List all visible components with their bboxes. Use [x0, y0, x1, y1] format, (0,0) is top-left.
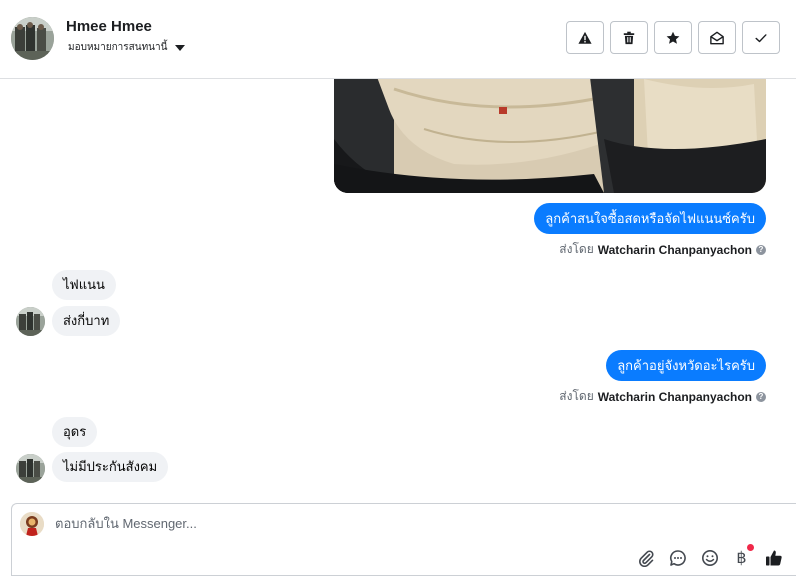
help-icon[interactable]: ? [756, 391, 766, 402]
contact-avatar [16, 454, 45, 483]
page-avatar [20, 512, 44, 536]
check-icon [755, 33, 767, 42]
like-button[interactable] [763, 547, 784, 568]
emoji-button[interactable] [699, 547, 720, 568]
sender-name: Watcharin Chanpanyachon [597, 389, 752, 404]
mark-unread-button[interactable] [698, 21, 736, 54]
conversation-header: Hmee Hmee มอบหมายการสนทนานี้ [0, 0, 796, 79]
outgoing-message[interactable]: ลูกค้าอยู่จังหวัดอะไรครับ [606, 350, 766, 381]
emoji-icon [701, 549, 718, 566]
mark-spam-button[interactable] [566, 21, 604, 54]
reply-input[interactable] [55, 516, 615, 531]
mail-open-icon [710, 31, 724, 44]
payment-button[interactable]: ฿ [731, 544, 754, 568]
contact-name: Hmee Hmee [66, 18, 152, 35]
caret-down-icon [175, 44, 186, 51]
sent-by-label: ส่งโดย Watcharin Chanpanyachon ? [559, 240, 766, 259]
mark-done-button[interactable] [742, 21, 780, 54]
sender-name: Watcharin Chanpanyachon [597, 242, 752, 257]
baht-icon: ฿ [736, 548, 747, 567]
assign-label: มอบหมายการสนทนานี้ [68, 42, 168, 53]
incoming-message[interactable]: ไม่มีประกันสังคม [52, 452, 169, 482]
sent-by-label: ส่งโดย Watcharin Chanpanyachon ? [559, 387, 766, 406]
warning-icon [578, 31, 592, 44]
attach-button[interactable] [635, 547, 656, 568]
reply-composer: ฿ [11, 503, 796, 576]
notification-dot [747, 544, 754, 551]
saved-replies-button[interactable] [667, 547, 688, 568]
help-icon[interactable]: ? [756, 244, 766, 255]
header-actions [566, 21, 780, 54]
delete-button[interactable] [610, 21, 648, 54]
thumbs-up-icon [765, 550, 782, 565]
outgoing-message[interactable]: ลูกค้าสนใจซื้อสดหรือจัดไฟแนนซ์ครับ [534, 203, 766, 234]
star-button[interactable] [654, 21, 692, 54]
incoming-message[interactable]: อุดร [52, 417, 98, 447]
car-interior-photo[interactable] [334, 79, 766, 193]
contact-avatar [16, 307, 45, 336]
sent-by-prefix: ส่งโดย [559, 389, 594, 403]
message-thread[interactable]: ลูกค้าสนใจซื้อสดหรือจัดไฟแนนซ์ครับ ส่งโด… [0, 79, 796, 503]
incoming-message[interactable]: ส่งกี่บาท [52, 306, 121, 336]
avatar[interactable] [11, 17, 54, 60]
chat-bubble-icon [669, 549, 686, 566]
incoming-message[interactable]: ไฟแนน [52, 270, 116, 300]
assign-conversation-dropdown[interactable]: มอบหมายการสนทนานี้ [68, 40, 186, 55]
trash-icon [623, 31, 635, 44]
paperclip-icon [638, 549, 654, 567]
star-icon [666, 31, 680, 44]
sent-by-prefix: ส่งโดย [559, 242, 594, 256]
composer-tools: ฿ [635, 544, 784, 568]
